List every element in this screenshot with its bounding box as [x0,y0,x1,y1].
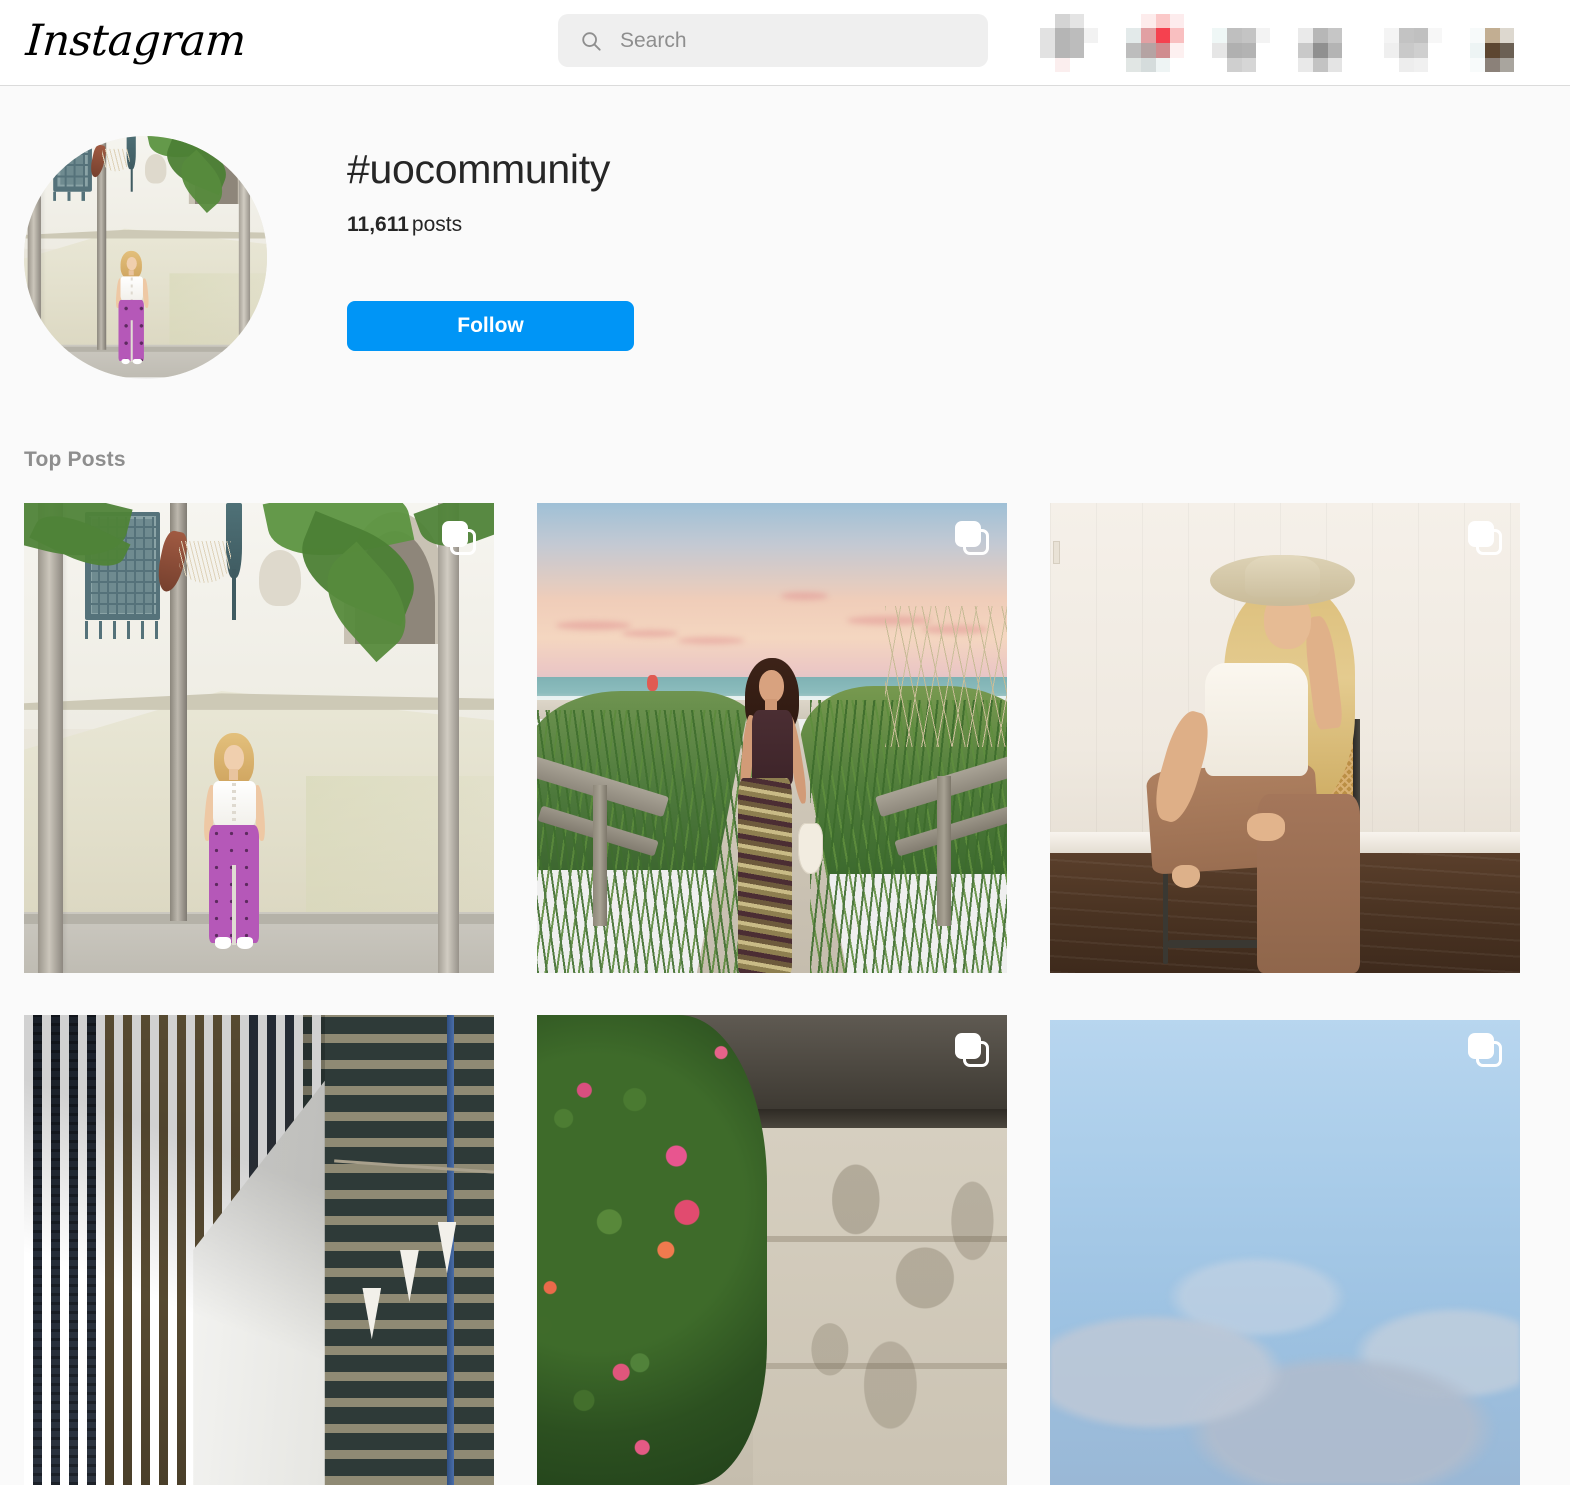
follow-button[interactable]: Follow [347,301,634,351]
post-image [537,503,1007,973]
post-count-number: 11,611 [347,213,409,236]
home-icon[interactable] [1040,14,1098,72]
post-tile[interactable] [1050,503,1520,973]
activity-heart-icon[interactable] [1384,14,1442,72]
post-image [24,503,494,973]
search-input[interactable] [620,28,950,53]
hashtag-meta: #uocommunity 11,611 posts [347,144,610,238]
explore-icon[interactable] [1298,14,1356,72]
post-image [1050,1015,1520,1485]
post-tile[interactable] [1050,1015,1520,1485]
post-tile[interactable] [24,503,494,973]
instagram-logo[interactable]: Instagram [24,12,248,70]
nav-icon-group [1040,0,1528,86]
hashtag-profile-header: #uocommunity 11,611 posts Follow [0,86,1570,426]
profile-avatar-icon[interactable] [1470,14,1528,72]
search-icon [580,30,602,52]
post-tile[interactable] [537,1015,1007,1485]
top-posts-heading: Top Posts [24,448,126,471]
post-image [24,1015,494,1485]
post-count-label: posts [411,213,463,236]
avatar[interactable] [24,136,267,379]
new-post-icon[interactable] [1212,14,1270,72]
top-navigation-bar: Instagram [0,0,1570,86]
messenger-icon[interactable] [1126,14,1184,72]
avatar-image [24,136,267,378]
post-count: 11,611 posts [347,212,610,238]
post-image [537,1015,1007,1485]
page-title: #uocommunity [347,146,611,192]
post-tile[interactable] [537,503,1007,973]
post-tile[interactable] [24,1015,494,1485]
post-grid [24,503,1520,1485]
post-image [1050,503,1520,973]
search-bar[interactable] [558,14,988,67]
